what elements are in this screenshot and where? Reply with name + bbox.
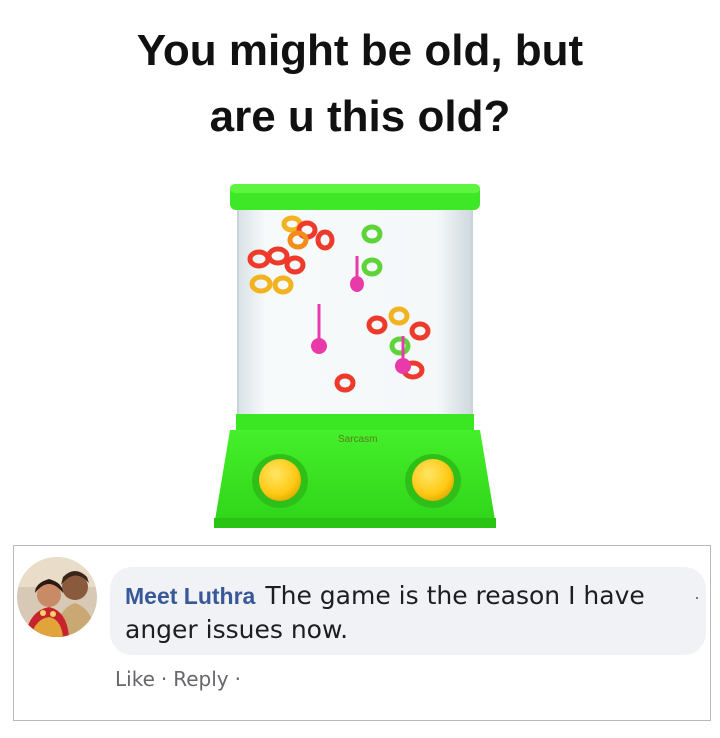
water-ring-toss-game-image (214, 184, 496, 528)
like-link[interactable]: Like (115, 667, 155, 691)
water-tank (237, 197, 473, 431)
reply-link[interactable]: Reply (173, 667, 228, 691)
right-button (405, 454, 461, 508)
headline-line-1: You might be old, but (136, 26, 584, 75)
comment-body: Meet Luthra The game is the reason I have… (125, 579, 695, 646)
headline-line-2: are u this old? (209, 92, 511, 141)
comment-bubble: Meet Luthra The game is the reason I have… (110, 567, 706, 655)
comment-actions: Like · Reply · (115, 667, 247, 691)
comment-more-options[interactable]: · (694, 587, 700, 608)
separator: · (160, 667, 168, 691)
separator-trailing: · (234, 667, 241, 691)
headline: You might be old, but are u this old? (0, 18, 720, 150)
comment-card: Meet Luthra The game is the reason I have… (13, 545, 711, 721)
avatar[interactable] (17, 557, 97, 637)
watermark-text: Sarcasm (338, 434, 378, 445)
comment-author-link[interactable]: Meet Luthra (125, 583, 255, 609)
left-button (252, 454, 308, 508)
